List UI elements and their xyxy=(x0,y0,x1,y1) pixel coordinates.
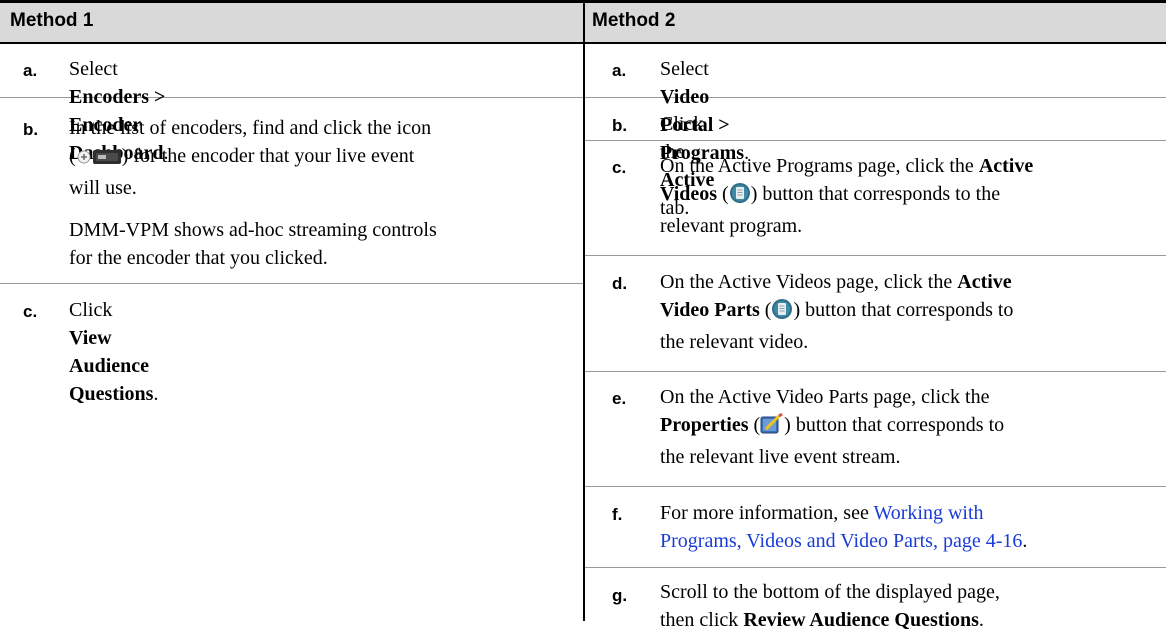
step-letter: f. xyxy=(612,505,623,524)
step-letter: g. xyxy=(612,586,628,605)
step-letter: a. xyxy=(612,61,627,80)
procedure-table: Method 1 Method 2 a. Select Encoders > E… xyxy=(0,0,1166,631)
cross-reference-link[interactable]: Working with xyxy=(873,502,983,524)
step-text: For more information, see Working with P… xyxy=(660,502,1028,552)
step-letter: d. xyxy=(612,274,628,293)
active-list-icon xyxy=(771,298,793,328)
header-method-1: Method 1 xyxy=(10,10,94,31)
step-text: On the Active Videos page, click the Act… xyxy=(660,271,1014,353)
step-text: On the Active Programs page, click the A… xyxy=(660,155,1034,237)
step-text: On the Active Video Parts page, click th… xyxy=(660,386,1005,468)
step-text: In the list of encoders, find and click … xyxy=(69,117,437,269)
properties-icon xyxy=(760,412,784,443)
step-letter: b. xyxy=(612,116,628,135)
row-divider xyxy=(0,283,583,284)
active-list-icon xyxy=(729,182,751,212)
row-divider xyxy=(585,371,1166,372)
button-name: View Audience Questions xyxy=(69,327,154,405)
step-letter: a. xyxy=(23,61,38,80)
step-letter: e. xyxy=(612,389,627,408)
column-divider xyxy=(583,3,585,621)
encoder-icon xyxy=(76,146,122,174)
step-text: Click View Audience Questions. xyxy=(69,299,159,405)
row-divider xyxy=(585,567,1166,568)
step-letter: c. xyxy=(612,158,627,177)
header-method-2: Method 2 xyxy=(592,10,676,31)
step-letter: c. xyxy=(23,302,38,321)
row-divider xyxy=(585,486,1166,487)
step-letter: b. xyxy=(23,120,39,139)
row-divider xyxy=(585,255,1166,256)
step-text: Scroll to the bottom of the displayed pa… xyxy=(660,581,1000,631)
cross-reference-link[interactable]: Programs, Videos and Video Parts, page 4… xyxy=(660,530,1022,552)
